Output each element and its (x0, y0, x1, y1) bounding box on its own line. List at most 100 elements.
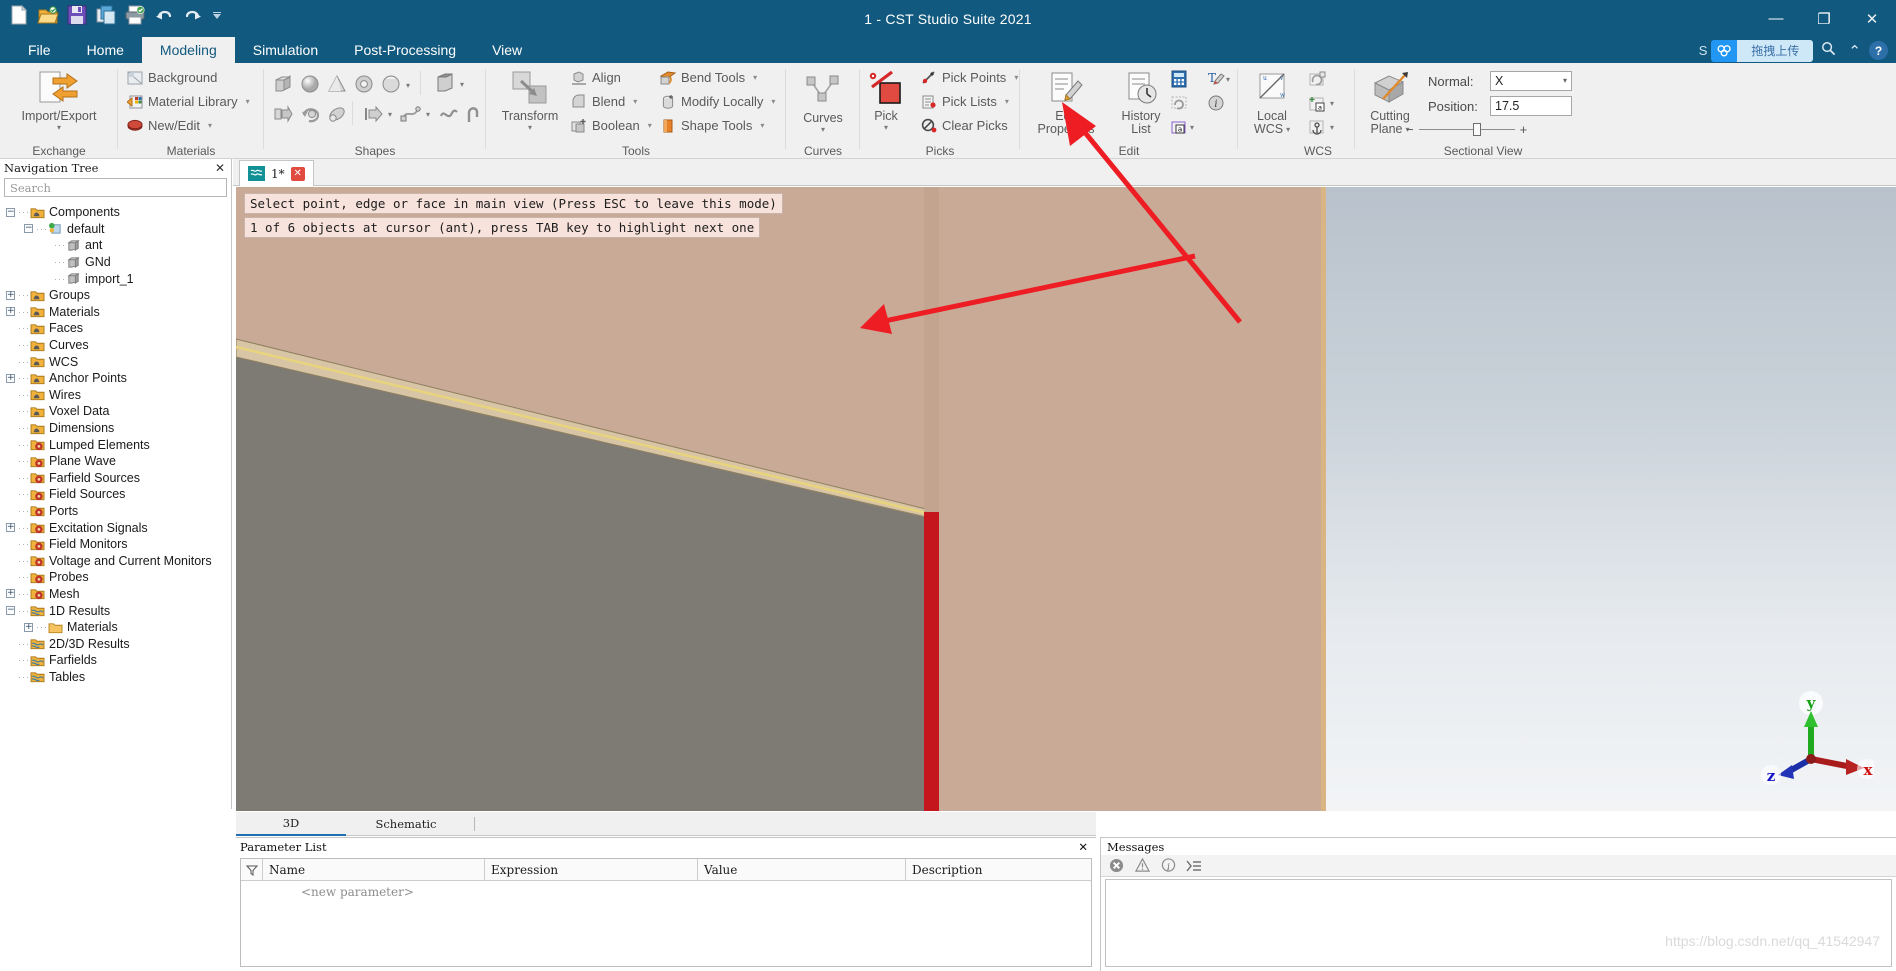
expand-icon[interactable]: + (6, 373, 15, 383)
local-wcs-button[interactable]: uvw Local WCS ▾ (1232, 69, 1312, 136)
chevron-down-icon[interactable]: ▾ (633, 97, 637, 106)
slider-track[interactable] (1418, 123, 1515, 136)
pick-lists-button[interactable]: Pick Lists ▾ (920, 93, 1009, 110)
tree-item-ports[interactable]: ··· Ports (0, 503, 231, 520)
extrude-button[interactable] (434, 72, 456, 94)
ribbon-tab-view[interactable]: View (474, 37, 540, 63)
wave-curve-button[interactable] (438, 103, 460, 125)
tree-item-gnd[interactable]: ··· GNd (0, 254, 231, 271)
align-button[interactable]: Align (570, 69, 621, 86)
expand-icon[interactable]: + (6, 307, 15, 317)
tree-item-import-1[interactable]: ··· import_1 (0, 270, 231, 287)
position-input[interactable]: 17.5 (1490, 96, 1572, 116)
anchor-wcs-button[interactable] (1306, 116, 1328, 138)
tree-item-farfield-sources[interactable]: ··· Farfield Sources (0, 470, 231, 487)
error-icon[interactable] (1107, 857, 1125, 875)
close-icon[interactable]: ✕ (215, 161, 225, 175)
maximize-button[interactable]: ❐ (1800, 0, 1848, 37)
boolean-button[interactable]: Boolean ▾ (570, 117, 652, 134)
tree-item-field-sources[interactable]: ··· Field Sources (0, 486, 231, 503)
tree-item-field-monitors[interactable]: ··· Field Monitors (0, 536, 231, 553)
tree-item-curves[interactable]: ··· Curves (0, 337, 231, 354)
slider-thumb[interactable] (1472, 123, 1481, 136)
close-icon[interactable]: ✕ (290, 166, 305, 181)
view-bottom-tabs[interactable]: 3D Schematic (236, 812, 1096, 836)
sweep-button[interactable] (362, 103, 384, 125)
chevron-down-icon[interactable]: ▾ (426, 111, 430, 119)
chevron-down-icon[interactable]: ▾ (753, 73, 757, 82)
cylinder-shape-button[interactable] (353, 73, 375, 95)
position-slider[interactable]: − + (1406, 122, 1527, 137)
chevron-down-icon[interactable]: ▾ (1563, 72, 1567, 90)
torus-shape-button[interactable] (380, 73, 402, 95)
minimize-button[interactable]: — (1752, 0, 1800, 37)
search-input[interactable]: Search (4, 178, 227, 197)
ribbon-tab-file[interactable]: File (10, 37, 69, 63)
bend-tools-button[interactable]: Bend Tools ▾ (659, 69, 757, 86)
messages-toolbar[interactable]: i (1101, 855, 1896, 877)
expand-icon[interactable]: + (24, 622, 33, 632)
chevron-down-icon[interactable]: ▾ (1226, 76, 1230, 84)
slider-plus[interactable]: + (1520, 122, 1528, 137)
new-edit-button[interactable]: New/Edit ▾ (126, 117, 212, 134)
tab-schematic[interactable]: Schematic (351, 812, 461, 836)
blend-button[interactable]: Blend ▾ (570, 93, 637, 110)
shape-tools-button[interactable]: Shape Tools ▾ (659, 117, 764, 134)
3d-viewport[interactable]: Select point, edge or face in main view … (236, 187, 1896, 811)
tree-item-materials[interactable]: + ··· Materials (0, 304, 231, 321)
normal-select[interactable]: X ▾ (1490, 71, 1572, 91)
slider-minus[interactable]: − (1406, 122, 1414, 137)
ribbon-tab-home[interactable]: Home (69, 37, 142, 63)
transform-button[interactable]: Transform ▾ (490, 69, 570, 132)
background-button[interactable]: Background (126, 69, 217, 86)
tree-item-materials[interactable]: + ··· Materials (0, 619, 231, 636)
column-value[interactable]: Value (698, 859, 906, 880)
cone-shape-button[interactable] (326, 73, 348, 95)
tree-item-faces[interactable]: ··· Faces (0, 320, 231, 337)
rename-button[interactable]: T (1205, 68, 1227, 90)
ribbon-tabs[interactable]: File Home Modeling Simulation Post-Processin… (10, 37, 540, 63)
tree-item-groups[interactable]: + ··· Groups (0, 287, 231, 304)
tree-item-plane-wave[interactable]: ··· Plane Wave (0, 453, 231, 470)
chevron-down-icon[interactable]: ▾ (388, 111, 392, 119)
chevron-down-icon[interactable]: ▾ (1330, 124, 1334, 132)
messages-body[interactable] (1105, 879, 1892, 967)
calculator-button[interactable] (1168, 68, 1190, 90)
chevron-down-icon[interactable]: ▾ (821, 126, 825, 134)
tree-item-probes[interactable]: ··· Probes (0, 569, 231, 586)
tree-item-voltage-and-current-monitors[interactable]: ··· Voltage and Current Monitors (0, 552, 231, 569)
tree-item-ant[interactable]: ··· ant (0, 237, 231, 254)
collapse-icon[interactable]: − (6, 207, 15, 217)
tree-item-dimensions[interactable]: ··· Dimensions (0, 420, 231, 437)
import-export-button[interactable]: Import/Export ▾ (13, 69, 105, 132)
chevron-down-icon[interactable]: ▾ (771, 97, 775, 106)
pick-button[interactable]: Pick ▾ (846, 69, 926, 132)
close-button[interactable]: ✕ (1848, 0, 1896, 37)
chevron-down-icon[interactable]: ▾ (460, 81, 464, 89)
chevron-down-icon[interactable]: ▾ (1286, 126, 1290, 134)
tree-item-wcs[interactable]: ··· WCS (0, 353, 231, 370)
chevron-down-icon[interactable]: ▾ (648, 121, 652, 130)
chevron-down-icon[interactable]: ▾ (760, 121, 764, 130)
column-description[interactable]: Description (906, 859, 1091, 880)
chevron-down-icon[interactable]: ▾ (1330, 100, 1334, 108)
ribbon-tab-modeling[interactable]: Modeling (141, 37, 235, 63)
loft-button[interactable] (326, 103, 348, 125)
tree-item-1d-results[interactable]: − ··· 1D Results (0, 602, 231, 619)
ribbon-tab-simulation[interactable]: Simulation (235, 37, 336, 63)
chevron-down-icon[interactable]: ▾ (208, 121, 212, 130)
column-name[interactable]: Name (263, 859, 485, 880)
sphere-shape-button[interactable] (299, 73, 321, 95)
search-icon[interactable] (1817, 41, 1840, 60)
pick-points-button[interactable]: Pick Points ▾ (920, 69, 1018, 86)
rotate-button[interactable] (299, 103, 321, 125)
clear-picks-button[interactable]: Clear Picks (920, 117, 1008, 134)
align-wcs-button[interactable] (1306, 68, 1328, 90)
chevron-down-icon[interactable]: ▾ (1014, 73, 1018, 82)
tree-item-farfields[interactable]: ··· Farfields (0, 652, 231, 669)
list-icon[interactable] (1185, 857, 1203, 875)
parameter-table[interactable]: Name Expression Value Description <new p… (240, 858, 1092, 967)
info-icon[interactable]: i (1159, 857, 1177, 875)
expand-icon[interactable]: + (6, 290, 15, 300)
tree-item-voxel-data[interactable]: ··· Voxel Data (0, 403, 231, 420)
